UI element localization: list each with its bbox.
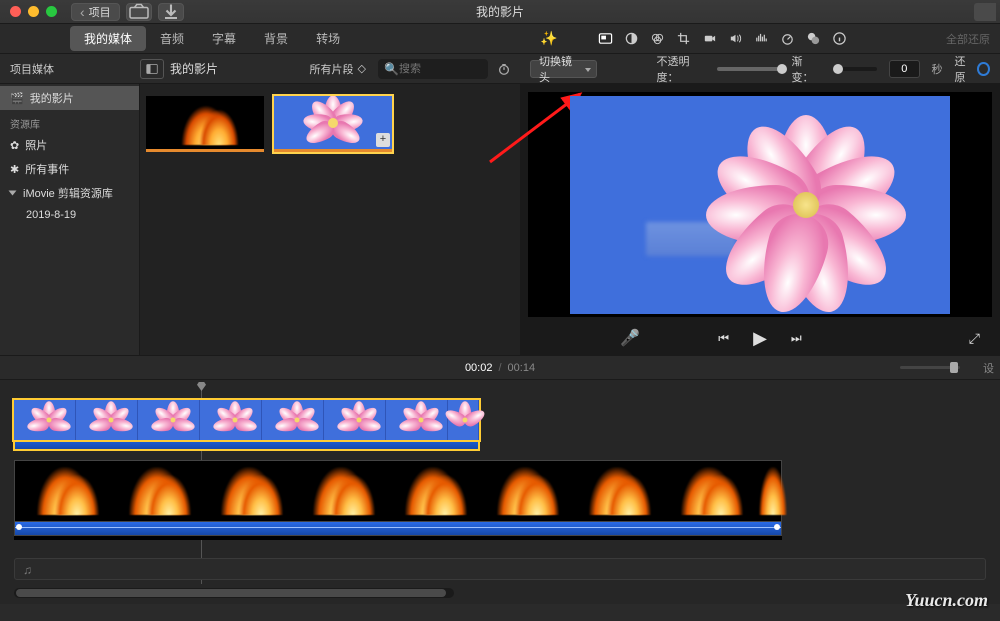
time-sep: / (498, 362, 501, 374)
speed-icon[interactable] (779, 31, 795, 47)
watermark: Yuucn.com (905, 590, 988, 611)
clip-thumb-fire[interactable] (146, 96, 264, 152)
transport: 🎤 ⏮ ▶ ⏭ ⤢ (520, 321, 1000, 355)
volume-icon[interactable] (727, 31, 743, 47)
overlay-mode-dropdown[interactable]: 切换镜头 (530, 60, 597, 78)
clips-filter-dropdown[interactable]: 所有片段◇ (310, 61, 372, 77)
reset-all-button[interactable]: 全部还原 (946, 31, 990, 47)
search-input[interactable] (399, 63, 479, 75)
tabs-row: 我的媒体 音频 字幕 背景 转场 ✨ 全部还原 (0, 24, 1000, 54)
search-icon: 🔍 (384, 62, 399, 76)
zoom-slider[interactable] (900, 366, 960, 369)
viewer: 🎤 ⏮ ▶ ⏭ ⤢ (520, 84, 1000, 355)
sidebar-item-date[interactable]: 2019-8-19 (0, 205, 139, 225)
sidebar-item-photos[interactable]: ✿照片 (0, 133, 139, 157)
next-button[interactable]: ⏭ (791, 331, 802, 346)
sidebar-library-heading: 资源库 (0, 110, 139, 133)
download-button[interactable] (158, 3, 184, 21)
traffic-lights (0, 6, 57, 17)
back-projects-button[interactable]: 项目 (71, 3, 120, 21)
timeline[interactable]: ♫ (0, 380, 1000, 604)
prev-button[interactable]: ⏮ (718, 331, 729, 346)
play-button[interactable]: ▶ (753, 328, 767, 349)
close-icon[interactable] (10, 6, 21, 17)
filter-row: 项目媒体 我的影片 所有片段◇ 🔍 切换镜头 不透明度： 渐变： 0 秒 还原 (0, 54, 1000, 84)
sidebar-item-all-events[interactable]: ✱所有事件 (0, 157, 139, 181)
tab-transitions[interactable]: 转场 (302, 26, 354, 51)
primary-track[interactable] (14, 460, 782, 540)
total-time: 00:14 (508, 362, 536, 374)
sidebar-title: 项目媒体 (0, 61, 140, 77)
current-time: 00:02 (465, 362, 493, 374)
overlay-icon[interactable] (597, 31, 613, 47)
import-button[interactable] (126, 3, 152, 21)
fade-slider[interactable] (833, 67, 877, 71)
clip-size-button[interactable] (494, 59, 514, 79)
window-title: 我的影片 (476, 3, 524, 20)
share-button[interactable] (974, 3, 996, 21)
add-clip-button[interactable]: + (376, 133, 390, 147)
music-note-icon: ♫ (23, 563, 32, 577)
minimize-icon[interactable] (28, 6, 39, 17)
search-wrap: 🔍 (378, 59, 488, 79)
stabilize-icon[interactable] (701, 31, 717, 47)
overlay-track[interactable] (14, 400, 479, 452)
revert-button[interactable]: 还原 (955, 53, 991, 85)
timecode-row: 00:02 / 00:14 设 (0, 356, 1000, 380)
back-label: 项目 (89, 4, 111, 20)
sidebar: 🎬我的影片 资源库 ✿照片 ✱所有事件 iMovie 剪辑资源库 2019-8-… (0, 84, 140, 355)
crop-icon[interactable] (675, 31, 691, 47)
audio-track-empty[interactable]: ♫ (14, 558, 986, 580)
sidebar-toggle-button[interactable] (140, 59, 164, 79)
sidebar-item-imovie-lib[interactable]: iMovie 剪辑资源库 (0, 181, 139, 205)
fade-label: 渐变： (791, 53, 820, 85)
fade-unit: 秒 (932, 61, 943, 77)
record-voiceover-icon[interactable]: 🎤 (620, 328, 640, 348)
opacity-label: 不透明度： (657, 53, 706, 85)
titlebar: 项目 我的影片 (0, 0, 1000, 24)
tab-titles[interactable]: 字幕 (198, 26, 250, 51)
color-correct-icon[interactable] (649, 31, 665, 47)
tab-audio[interactable]: 音频 (146, 26, 198, 51)
breadcrumb[interactable]: 我的影片 (170, 60, 218, 77)
settings-label[interactable]: 设 (983, 360, 994, 376)
zoom-icon[interactable] (46, 6, 57, 17)
noise-icon[interactable] (753, 31, 769, 47)
timeline-scrollbar[interactable] (14, 588, 454, 598)
tab-backgrounds[interactable]: 背景 (250, 26, 302, 51)
opacity-slider[interactable] (717, 67, 779, 71)
sidebar-item-project[interactable]: 🎬我的影片 (0, 86, 139, 110)
clip-thumb-lotus[interactable]: 8.2 秒 + (274, 96, 392, 152)
filter-icon[interactable] (805, 31, 821, 47)
main-area: 🎬我的影片 资源库 ✿照片 ✱所有事件 iMovie 剪辑资源库 2019-8-… (0, 84, 1000, 356)
info-icon[interactable] (831, 31, 847, 47)
color-balance-icon[interactable] (623, 31, 639, 47)
fade-value-field[interactable]: 0 (889, 60, 919, 78)
preview-canvas[interactable] (528, 92, 992, 317)
media-browser: 8.2 秒 + (140, 84, 520, 355)
fullscreen-icon[interactable]: ⤢ (969, 330, 980, 347)
enhance-icon[interactable]: ✨ (540, 30, 557, 47)
tab-media[interactable]: 我的媒体 (70, 26, 146, 51)
